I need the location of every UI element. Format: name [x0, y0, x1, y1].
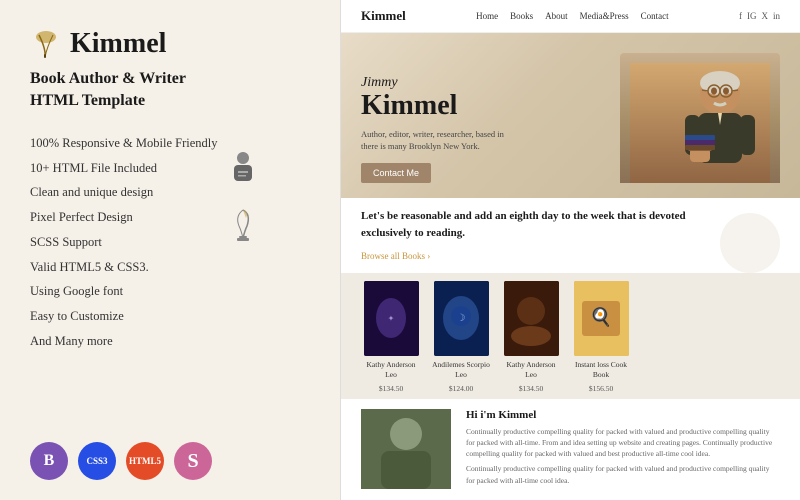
social-linkedin[interactable]: in [773, 11, 780, 21]
feature-item: Clean and unique design [30, 180, 218, 205]
svg-text:☽: ☽ [456, 313, 465, 324]
quill-logo-icon [30, 28, 62, 60]
book-price-2: $124.00 [449, 384, 473, 393]
book-card-2: ☽ Andilemes Scorpio Leo $124.00 [431, 281, 491, 393]
about-desc-1: Continually productive compelling qualit… [466, 426, 780, 460]
middle-section: Let's be reasonable and add an eighth da… [341, 198, 800, 273]
book-cover-1: ✦ [364, 281, 419, 356]
book-price-3: $134.50 [519, 384, 543, 393]
book-cover-2: ☽ [434, 281, 489, 356]
hero-section: Jimmy Kimmel Author, editor, writer, res… [341, 33, 800, 198]
decorative-circle [720, 213, 780, 273]
book-title-1: Kathy Anderson Leo [361, 360, 421, 380]
svg-text:✦: ✦ [387, 314, 394, 323]
right-panel: Kimmel Home Books About Media&Press Cont… [340, 0, 800, 500]
book-cover-4: 🍳 [574, 281, 629, 356]
about-desc-2: Continually productive compelling qualit… [466, 463, 780, 486]
nav-contact[interactable]: Contact [641, 11, 669, 21]
book-title-2: Andilemes Scorpio Leo [431, 360, 491, 380]
feature-item: And Many more [30, 329, 218, 354]
about-text: Hi i'm Kimmel Continually productive com… [466, 409, 780, 491]
feature-item: Using Google font [30, 279, 218, 304]
sass-badge: S [174, 442, 212, 480]
book-cover-3 [504, 281, 559, 356]
author-image [361, 409, 451, 489]
css3-badge: CSS3 [78, 442, 116, 480]
hero-image [620, 53, 780, 183]
book-title-3: Kathy Anderson Leo [501, 360, 561, 380]
about-title: Hi i'm Kimmel [466, 409, 780, 421]
html5-badge: HTML5 [126, 442, 164, 480]
hero-description: Author, editor, writer, researcher, base… [361, 128, 521, 154]
nav-links: Home Books About Media&Press Contact [476, 11, 669, 21]
books-section: ✦ Kathy Anderson Leo $134.50 ☽ Andilemes… [341, 273, 800, 399]
quill-stand-icon [229, 208, 257, 249]
nav-about[interactable]: About [545, 11, 568, 21]
social-facebook[interactable]: f [739, 11, 742, 21]
hero-lastname: Kimmel [361, 91, 521, 122]
left-panel: Kimmel Book Author & Writer HTML Templat… [0, 0, 340, 500]
nav-home[interactable]: Home [476, 11, 498, 21]
logo-area: Kimmel [30, 28, 310, 60]
feature-item: 100% Responsive & Mobile Friendly [30, 131, 218, 156]
feature-item: SCSS Support [30, 230, 218, 255]
book-price-1: $134.50 [379, 384, 403, 393]
feature-item: 10+ HTML File Included [30, 156, 218, 181]
writer-icon [228, 151, 258, 194]
browse-link[interactable]: Browse all Books › [361, 251, 430, 261]
book-price-4: $156.50 [589, 384, 613, 393]
nav-media[interactable]: Media&Press [580, 11, 629, 21]
site-nav: Kimmel Home Books About Media&Press Cont… [341, 0, 800, 33]
bootstrap-badge: B [30, 442, 68, 480]
social-instagram[interactable]: IG [747, 11, 757, 21]
contact-button[interactable]: Contact Me [361, 163, 431, 183]
about-section: Hi i'm Kimmel Continually productive com… [341, 399, 800, 500]
tech-badges: B CSS3 HTML5 S [30, 442, 310, 480]
nav-books[interactable]: Books [510, 11, 533, 21]
book-card-1: ✦ Kathy Anderson Leo $134.50 [361, 281, 421, 393]
site-logo: Kimmel [361, 8, 406, 24]
feature-item: Pixel Perfect Design [30, 205, 218, 230]
reading-heading: Let's be reasonable and add an eighth da… [361, 208, 695, 241]
hero-text: Jimmy Kimmel Author, editor, writer, res… [361, 75, 521, 183]
hero-firstname: Jimmy [361, 75, 521, 91]
feature-item: Easy to Customize [30, 304, 218, 329]
reading-quote-area: Let's be reasonable and add an eighth da… [361, 208, 705, 273]
features-list: 100% Responsive & Mobile Friendly10+ HTM… [30, 131, 218, 354]
product-subtitle: Book Author & Writer HTML Template [30, 68, 310, 113]
book-card-3: Kathy Anderson Leo $134.50 [501, 281, 561, 393]
book-card-4: 🍳 Instant loss Cook Book $156.50 [571, 281, 631, 393]
social-twitter[interactable]: X [761, 11, 768, 21]
nav-social: f IG X in [739, 11, 780, 21]
feature-item: Valid HTML5 & CSS3. [30, 255, 218, 280]
logo-text: Kimmel [70, 28, 166, 60]
svg-text:🍳: 🍳 [589, 306, 611, 328]
book-title-4: Instant loss Cook Book [571, 360, 631, 380]
hero-photo [620, 53, 780, 183]
